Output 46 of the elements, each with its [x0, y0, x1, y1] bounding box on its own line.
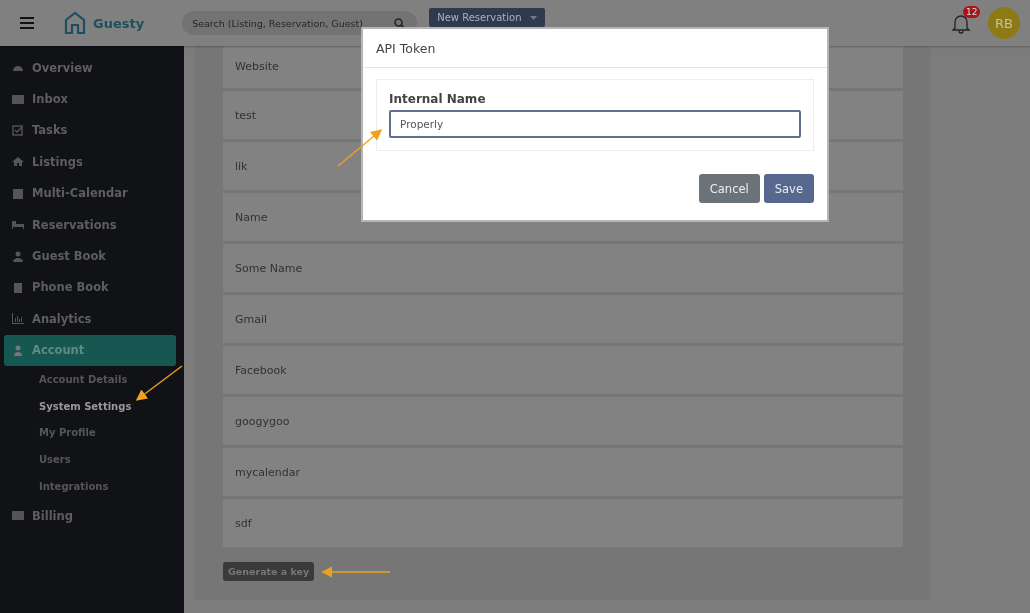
- notification-count: 12: [963, 6, 981, 18]
- token-row: googygoo: [223, 397, 903, 445]
- person-icon: [12, 344, 24, 356]
- submenu-item[interactable]: Integrations: [0, 473, 184, 500]
- bed-icon: [12, 219, 24, 231]
- people-icon: [12, 250, 24, 262]
- sidebar-item[interactable]: Multi-Calendar: [4, 177, 176, 209]
- checkbox-icon: [12, 124, 24, 136]
- sidebar-item[interactable]: Account: [4, 334, 176, 366]
- field-label: Internal Name: [389, 92, 487, 106]
- submenu-item[interactable]: Account Details: [0, 365, 184, 393]
- sidebar-item[interactable]: Inbox: [4, 83, 176, 115]
- search-icon: [394, 18, 406, 29]
- dialog-title: API Token: [363, 29, 827, 68]
- sidebar-item[interactable]: Reservations: [4, 208, 176, 241]
- submenu-item[interactable]: Users: [0, 446, 184, 474]
- sidebar-item[interactable]: Analytics: [4, 303, 176, 335]
- token-row: sdf: [223, 499, 903, 547]
- sidebar-item[interactable]: Listings: [4, 146, 176, 178]
- submenu-item[interactable]: My Profile: [0, 419, 184, 447]
- sidebar-item[interactable]: Phone Book: [4, 271, 176, 304]
- save-button[interactable]: Save: [763, 174, 814, 203]
- arrow: [135, 365, 183, 401]
- sidebar-item[interactable]: Billing: [4, 499, 176, 532]
- new-reservation-button[interactable]: New Reservation: [429, 8, 545, 27]
- internal-name-field[interactable]: Properly: [389, 110, 801, 138]
- house-logo-icon: [64, 11, 86, 35]
- sidebar-item[interactable]: Overview: [4, 52, 176, 84]
- token-row: Gmail: [223, 295, 903, 343]
- avatar[interactable]: RB: [988, 7, 1020, 39]
- house-icon: [12, 156, 24, 168]
- search-field[interactable]: Search (Listing, Reservation, Guest): [182, 11, 418, 35]
- arrow: [337, 129, 383, 167]
- token-row: Facebook: [223, 346, 903, 394]
- cancel-button[interactable]: Cancel: [698, 174, 760, 203]
- caret-icon: [529, 15, 537, 20]
- sidebar-item[interactable]: Tasks: [4, 114, 176, 147]
- brand-name: Guesty: [93, 15, 145, 31]
- submenu-item[interactable]: System Settings: [0, 392, 184, 420]
- token-row: Some Name: [223, 244, 903, 292]
- bar-chart-icon: [12, 313, 24, 325]
- arrow: [321, 566, 391, 578]
- token-row: mycalendar: [223, 448, 903, 496]
- menu-icon[interactable]: [20, 17, 34, 29]
- generate-key-button[interactable]: Generate a key: [223, 562, 315, 581]
- sidebar-item[interactable]: Guest Book: [4, 240, 176, 272]
